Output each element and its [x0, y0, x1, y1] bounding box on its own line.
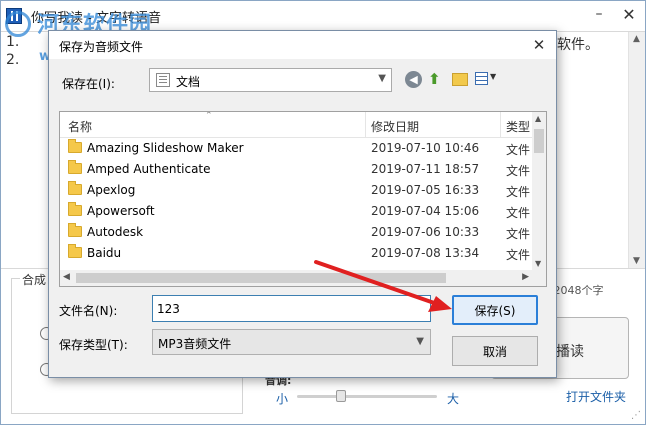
synthesis-legend: 合成 [20, 271, 49, 288]
chevron-down-icon: ▼ [378, 73, 386, 84]
dialog-title: 保存为音频文件 [59, 40, 144, 54]
file-name: Apowersoft [87, 204, 155, 218]
file-type-label: 保存类型(T): [59, 338, 128, 352]
file-row[interactable]: Baidu 2019-07-08 13:34 文件 [60, 243, 532, 264]
file-date: 2019-07-05 16:33 [371, 183, 480, 197]
file-type: 文件 [506, 248, 531, 262]
folder-icon [68, 202, 82, 216]
sort-ascending-icon: ⌃ [205, 111, 213, 121]
file-row[interactable]: Autodesk 2019-07-06 10:33 文件 [60, 222, 532, 243]
scroll-up-icon[interactable]: ▲ [633, 34, 640, 44]
view-menu-button[interactable]: ▼ [475, 71, 497, 87]
column-header-type[interactable]: 类型 [506, 118, 530, 135]
list-vertical-scrollbar[interactable]: ▲ ▼ [532, 112, 546, 270]
list-header: ⌃ 名称 修改日期 类型 [60, 112, 532, 138]
file-type: 文件 [506, 227, 531, 241]
file-row[interactable]: Amazing Slideshow Maker 2019-07-10 10:46… [60, 138, 532, 159]
app-logo-icon [6, 8, 22, 24]
chevron-down-icon: ▼ [490, 72, 497, 81]
scrollbar-thumb[interactable] [534, 129, 544, 153]
file-date: 2019-07-10 10:46 [371, 141, 480, 155]
folder-icon [68, 160, 82, 174]
app-titlebar: 你写我读 - 文字转语音 – ✕ [1, 1, 645, 31]
text-line: 2. [6, 52, 20, 68]
scroll-down-icon[interactable]: ▼ [535, 259, 541, 268]
view-grid-icon [475, 72, 488, 85]
column-divider[interactable] [500, 112, 501, 138]
open-folder-link[interactable]: 打开文件夹 [566, 388, 626, 405]
file-date: 2019-07-06 10:33 [371, 225, 480, 239]
minimize-button[interactable]: – [587, 3, 611, 27]
file-type-value: MP3音频文件 [158, 337, 232, 351]
file-list[interactable]: ⌃ 名称 修改日期 类型 Amazing Slideshow Maker 201… [59, 111, 547, 287]
save-in-label: 保存在(I): [62, 77, 115, 91]
pitch-max-label: 大 [447, 392, 460, 406]
text-line-tail: 软件。 [557, 37, 599, 53]
file-row[interactable]: Amped Authenticate 2019-07-11 18:57 文件 [60, 159, 532, 180]
column-header-date[interactable]: 修改日期 [371, 118, 419, 135]
file-name: Apexlog [87, 183, 136, 197]
file-row[interactable]: Apexlog 2019-07-05 16:33 文件 [60, 180, 532, 201]
dialog-titlebar: 保存为音频文件 ✕ [49, 31, 556, 59]
text-line: 1. [6, 34, 20, 50]
file-date: 2019-07-08 13:34 [371, 246, 480, 260]
chevron-down-icon: ▼ [416, 336, 424, 347]
save-audio-dialog: 保存为音频文件 ✕ 保存在(I): 文档 ▼ ◀ ⬆ ▼ ⌃ 名称 修改日期 类… [48, 30, 557, 378]
scrollbar-thumb[interactable] [76, 273, 446, 283]
list-horizontal-scrollbar[interactable]: ◀ ▶ [60, 270, 532, 286]
file-type: 文件 [506, 143, 531, 157]
file-name: Autodesk [87, 225, 144, 239]
cancel-button[interactable]: 取消 [452, 336, 538, 366]
resize-grip-icon[interactable]: ⋰ [631, 410, 641, 421]
file-row[interactable]: Apowersoft 2019-07-04 15:06 文件 [60, 201, 532, 222]
scroll-down-icon[interactable]: ▼ [633, 256, 640, 266]
pitch-slider-track[interactable] [297, 395, 437, 398]
save-in-value: 文档 [176, 75, 201, 89]
new-folder-icon[interactable] [452, 73, 468, 86]
pitch-min-label: 小 [276, 392, 289, 406]
column-divider[interactable] [365, 112, 366, 138]
scrollbar-corner [532, 270, 546, 286]
dialog-close-button[interactable]: ✕ [527, 33, 551, 57]
file-type-dropdown[interactable]: MP3音频文件 ▼ [152, 329, 431, 355]
back-icon[interactable]: ◀ [405, 71, 422, 88]
pitch-slider-thumb[interactable] [336, 390, 346, 402]
file-name: Amped Authenticate [87, 162, 211, 176]
file-name: Amazing Slideshow Maker [87, 141, 244, 155]
app-close-button[interactable]: ✕ [617, 3, 641, 27]
folder-icon [68, 181, 82, 195]
folder-icon [68, 223, 82, 237]
save-in-dropdown[interactable]: 文档 ▼ [149, 68, 392, 92]
column-header-name[interactable]: 名称 [68, 118, 92, 135]
documents-icon [156, 73, 170, 87]
folder-icon [68, 244, 82, 258]
folder-icon [68, 139, 82, 153]
scroll-left-icon[interactable]: ◀ [63, 272, 70, 282]
file-type: 文件 [506, 206, 531, 220]
scroll-right-icon[interactable]: ▶ [522, 272, 529, 282]
file-name: Baidu [87, 246, 122, 260]
up-folder-icon[interactable]: ⬆ [428, 70, 441, 88]
file-type: 文件 [506, 164, 531, 178]
file-type: 文件 [506, 185, 531, 199]
file-name-label: 文件名(N): [59, 304, 118, 318]
app-title: 你写我读 - 文字转语音 [31, 11, 161, 26]
file-date: 2019-07-04 15:06 [371, 204, 480, 218]
editor-scrollbar[interactable]: ▲ ▼ [628, 32, 645, 268]
file-date: 2019-07-11 18:57 [371, 162, 480, 176]
file-name-input[interactable] [152, 295, 431, 322]
scroll-up-icon[interactable]: ▲ [535, 114, 541, 123]
read-button-label: 播读 [556, 344, 584, 360]
save-button[interactable]: 保存(S) [452, 295, 538, 325]
